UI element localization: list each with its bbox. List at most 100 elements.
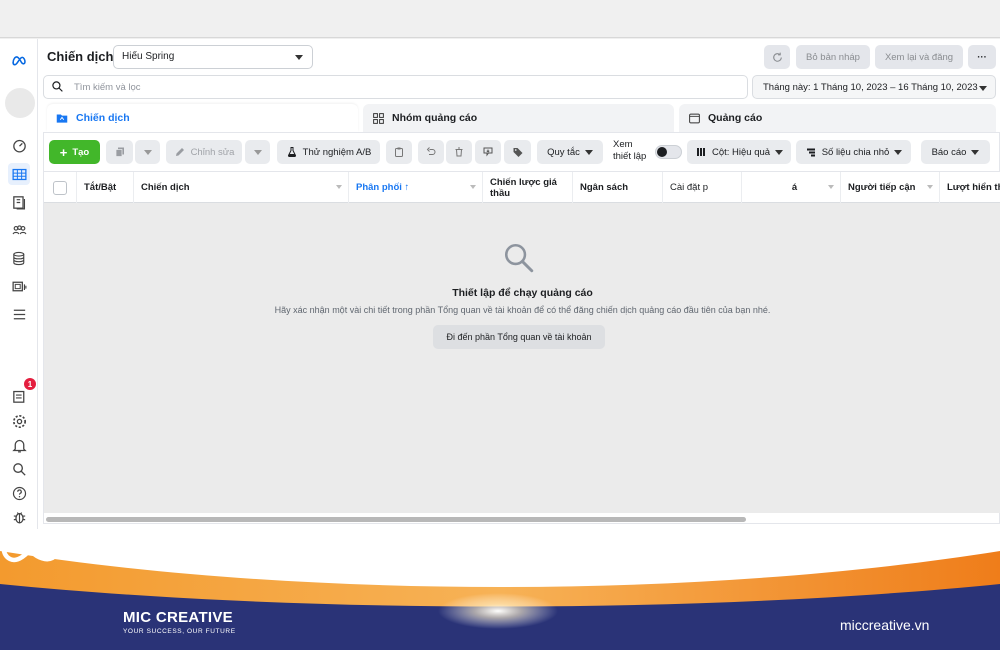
column-header-budget[interactable]: Ngân sách	[573, 172, 663, 203]
column-header-reach[interactable]: Người tiếp cận	[841, 172, 940, 203]
campaigns-panel: + Tạo Chỉnh sửa Thử nghiệm A/B Quy tắc X…	[43, 132, 1000, 524]
mic-creative-logo	[1, 531, 62, 563]
chevron-down-icon	[295, 55, 303, 60]
tab-ads[interactable]: Quảng cáo	[679, 104, 996, 132]
pencil-icon	[175, 148, 184, 156]
column-header-cost[interactable]: á	[742, 172, 841, 203]
tab-label: Chiến dịch	[76, 112, 130, 124]
view-setup-label-line2: thiết lập	[613, 151, 647, 162]
clipboard-icon	[395, 147, 403, 157]
chevron-down-icon	[894, 149, 903, 155]
search-icon[interactable]	[8, 458, 30, 480]
audience-icon[interactable]	[8, 219, 30, 241]
horizontal-scrollbar[interactable]	[46, 517, 746, 522]
column-header-toggle[interactable]: Tắt/Bật	[77, 172, 134, 203]
review-publish-button[interactable]: Xem lại và đăng	[875, 45, 963, 69]
sort-icon	[336, 185, 342, 189]
pages-icon[interactable]	[8, 191, 30, 213]
toolbar: + Tạo Chỉnh sửa Thử nghiệm A/B Quy tắc X…	[44, 133, 1000, 171]
refresh-button[interactable]	[764, 45, 790, 69]
tab-ad-sets[interactable]: Nhóm quảng cáo	[363, 104, 674, 132]
trash-icon	[455, 147, 463, 157]
ads-manager-app: 1 Chiến dịch Hiếu Spring Bỏ bản nháp Xem…	[0, 39, 1000, 529]
page-title: Chiến dịch	[47, 49, 114, 64]
table-icon[interactable]	[8, 163, 30, 185]
breakdown-dropdown[interactable]: Số liệu chia nhỏ	[796, 140, 911, 164]
bug-icon[interactable]	[8, 506, 30, 528]
ab-test-button[interactable]: Thử nghiệm A/B	[277, 140, 380, 164]
ab-test-label: Thử nghiệm A/B	[302, 146, 372, 158]
duplicate-button[interactable]	[106, 140, 133, 164]
sort-icon	[470, 185, 476, 189]
select-all-checkbox[interactable]	[53, 180, 67, 195]
browser-top-area	[0, 0, 1000, 38]
chevron-down-icon	[253, 149, 262, 155]
chevron-down-icon	[584, 149, 593, 155]
table-header: Tắt/Bật Chiến dịch Phân phối ↑ Chiến lượ…	[44, 171, 1000, 203]
account-select-value: Hiếu Spring	[122, 51, 175, 62]
account-select[interactable]: Hiếu Spring	[113, 45, 313, 69]
breakdown-label: Số liệu chia nhỏ	[821, 146, 890, 158]
dashboard-icon[interactable]	[8, 134, 30, 156]
notification-badge: 1	[24, 378, 36, 390]
bell-icon[interactable]	[8, 434, 30, 456]
sort-icon	[927, 185, 933, 189]
chevron-down-icon	[979, 86, 987, 91]
create-button[interactable]: + Tạo	[49, 140, 100, 164]
toggle-knob	[657, 147, 667, 157]
column-header-bid-strategy[interactable]: Chiến lược giá thầu	[483, 172, 573, 203]
undo-button[interactable]	[418, 140, 444, 164]
help-icon[interactable]	[8, 482, 30, 504]
date-range-picker[interactable]: Tháng này: 1 Tháng 10, 2023 – 16 Tháng 1…	[752, 75, 996, 99]
export-button[interactable]	[475, 140, 501, 164]
chevron-down-icon	[775, 149, 784, 155]
select-all-cell[interactable]	[44, 172, 77, 203]
chevron-down-icon	[143, 149, 152, 155]
columns-label: Cột: Hiệu quả	[711, 146, 771, 158]
tag-button[interactable]	[504, 140, 531, 164]
plus-icon: +	[59, 144, 68, 160]
notes-icon[interactable]: 1	[8, 378, 36, 407]
edit-label: Chỉnh sửa	[190, 146, 235, 158]
meta-logo-icon[interactable]	[8, 49, 30, 71]
view-setup-label-line1: Xem	[613, 139, 633, 150]
edit-button[interactable]: Chỉnh sửa	[166, 140, 242, 164]
view-setup-toggle[interactable]	[655, 145, 682, 159]
discard-drafts-button[interactable]: Bỏ bản nháp	[796, 45, 870, 69]
tab-label: Nhóm quảng cáo	[392, 112, 478, 124]
chevron-down-icon	[971, 149, 980, 155]
flask-icon	[287, 147, 296, 157]
table-body: Thiết lập để chạy quảng cáo Hãy xác nhận…	[44, 203, 1000, 513]
column-header-label: Chiến dịch	[141, 182, 190, 193]
empty-state-subtitle: Hãy xác nhận một vài chi tiết trong phần…	[274, 305, 771, 315]
delete-button[interactable]	[446, 140, 472, 164]
menu-icon[interactable]	[8, 303, 30, 325]
column-header-attribution[interactable]: Cài đặt p	[663, 172, 742, 203]
search-input[interactable]: Tìm kiếm và lọc	[43, 75, 748, 99]
left-rail: 1	[0, 39, 38, 529]
billing-icon[interactable]	[8, 247, 30, 269]
column-header-label: Người tiếp cận	[848, 182, 916, 193]
avatar[interactable]	[5, 88, 35, 118]
settings-icon[interactable]	[8, 410, 30, 432]
search-field-icon	[52, 81, 63, 92]
empty-state-title: Thiết lập để chạy quảng cáo	[452, 287, 593, 299]
clipboard-button[interactable]	[386, 140, 412, 164]
rules-dropdown[interactable]: Quy tắc	[537, 140, 603, 164]
edit-dropdown[interactable]	[245, 140, 270, 164]
tab-campaigns[interactable]: Chiến dịch	[47, 104, 358, 132]
columns-dropdown[interactable]: Cột: Hiệu quả	[687, 140, 791, 164]
duplicate-dropdown[interactable]	[135, 140, 160, 164]
reports-dropdown[interactable]: Báo cáo	[921, 140, 990, 164]
more-options-button[interactable]: ···	[968, 45, 996, 69]
breakdown-icon	[806, 148, 815, 157]
tab-label: Quảng cáo	[708, 112, 763, 124]
column-header-campaign[interactable]: Chiến dịch	[134, 172, 349, 203]
campaign-folder-icon	[55, 111, 69, 125]
brand-name: MIC CREATIVE	[123, 609, 233, 626]
column-header-impressions[interactable]: Lượt hiển th	[940, 172, 1000, 203]
date-range-label: Tháng này: 1 Tháng 10, 2023 – 16 Tháng 1…	[763, 82, 978, 93]
media-icon[interactable]	[8, 275, 30, 297]
go-to-account-overview-button[interactable]: Đi đến phần Tổng quan về tài khoản	[433, 325, 605, 349]
column-header-delivery[interactable]: Phân phối ↑	[349, 172, 483, 203]
